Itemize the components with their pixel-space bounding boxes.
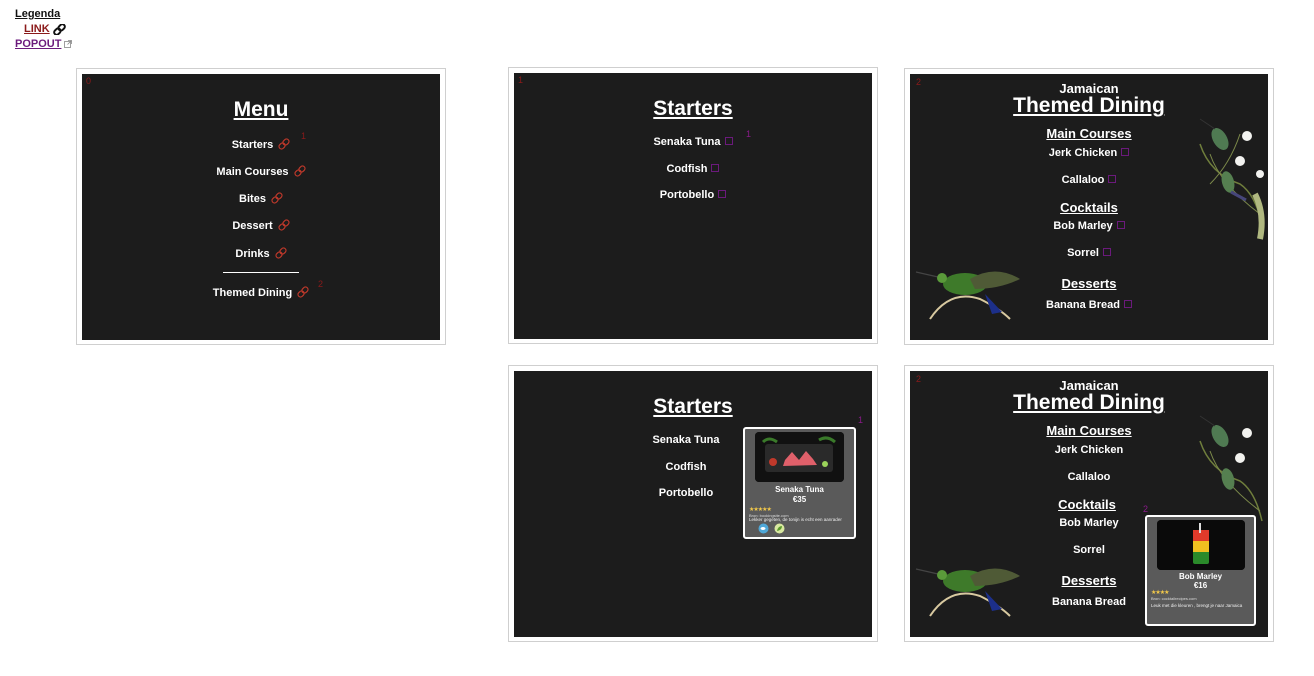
card-title: Senaka Tuna [775,485,824,494]
themed-item-callaloo[interactable]: Callaloo [910,174,1268,186]
link-number: 2 [318,279,324,289]
bob-marley-popout-card[interactable]: Bob Marley €16 ★★★★ Bron: cocktailrecipe… [1145,515,1256,626]
link-icon [52,23,66,35]
link-icon [293,165,306,180]
section-cocktails: Cocktails [1060,200,1118,215]
review-text: Lekker gegeten, de tonijn is echt een aa… [749,517,842,522]
frame-number: 1 [518,75,524,85]
popout-number: 1 [746,129,752,139]
fish-icon [758,523,769,534]
starters-screen: 1 Starters Senaka Tuna 1 Codfish Portobe… [514,73,872,339]
themed-item-callaloo[interactable]: Callaloo [910,471,1268,483]
themed-popout-screen: 2 Jamaican Themed Dining Main Courses Je… [910,371,1268,637]
popout-icon [724,137,733,145]
popout-icon [1121,148,1130,156]
menu-item-dessert[interactable]: Dessert [82,219,440,234]
legend: Legenda LINK POPOUT [15,8,73,50]
legend-title: Legenda [15,8,61,20]
review-text: Leuk met die kleuren , brengt je naar Ja… [1151,603,1243,608]
popout-number: 1 [858,415,864,425]
rating-stars: ★★★★★ [749,507,772,513]
link-number: 1 [301,131,307,141]
starter-item-senaka-tuna[interactable]: Senaka Tuna [514,136,872,148]
frame-number: 0 [86,76,92,86]
menu-title: Menu [233,98,289,121]
starters-frame: 1 Starters Senaka Tuna 1 Codfish Portobe… [508,67,878,344]
themed-popout-frame: 2 Jamaican Themed Dining Main Courses Je… [904,365,1274,642]
section-main-courses: Main Courses [1046,423,1132,438]
themed-item-banana-bread[interactable]: Banana Bread [910,299,1268,311]
tuna-dish-image [755,432,844,482]
menu-divider [223,272,299,273]
themed-item-jerk-chicken[interactable]: Jerk Chicken [910,147,1268,159]
section-desserts: Desserts [1061,276,1117,291]
themed-title: Themed Dining [1013,391,1165,414]
link-icon [278,219,290,234]
themed-item-jerk-chicken[interactable]: Jerk Chicken [910,444,1268,456]
popout-icon [1108,175,1117,183]
starters-popout-screen: Starters Senaka Tuna Codfish Portobello … [514,371,872,637]
popout-icon [1102,248,1111,256]
themed-title: Themed Dining [1013,94,1165,117]
menu-item-main-courses[interactable]: Main Courses [82,165,440,180]
leaf-icon [774,523,785,534]
rating-stars: ★★★★ [1151,590,1169,596]
starter-item-portobello[interactable]: Portobello [514,189,872,201]
starter-item-codfish[interactable]: Codfish [514,163,872,175]
card-price: €35 [792,495,807,504]
starters-title: Starters [653,97,733,120]
link-icon [278,138,290,153]
popout-icon [711,164,720,172]
popout-number: 2 [1143,504,1149,514]
themed-item-sorrel[interactable]: Sorrel [910,247,1268,259]
menu-item-drinks[interactable]: Drinks [82,247,440,262]
menu-item-bites[interactable]: Bites [82,192,440,207]
themed-frame: 2 Jamaican Themed Dining Main Courses Je… [904,68,1274,345]
external-link-icon [64,40,73,48]
rating-source: Bron: cocktailrecipes.com [1151,596,1197,601]
starters-title: Starters [653,395,733,418]
card-title: Bob Marley [1178,572,1223,581]
menu-frame: 0 Menu Starters 1 Main Courses Bites Des… [76,68,446,345]
starters-popout-frame: Starters Senaka Tuna Codfish Portobello … [508,365,878,642]
link-icon [275,247,287,262]
popout-icon [1123,300,1132,308]
section-main-courses: Main Courses [1046,126,1132,141]
cocktail-image [1157,520,1245,570]
legend-link-label[interactable]: LINK [24,23,50,35]
menu-item-starters[interactable]: Starters [82,138,440,153]
menu-item-themed-dining[interactable]: Themed Dining [82,286,440,301]
themed-item-bob-marley[interactable]: Bob Marley [910,220,1268,232]
section-cocktails: Cocktails [1058,497,1116,512]
tuna-popout-card[interactable]: Senaka Tuna €35 ★★★★★ Bron: bookingsite.… [743,427,856,539]
menu-screen: 0 Menu Starters 1 Main Courses Bites Des… [82,74,440,340]
link-icon [271,192,283,207]
popout-icon [718,190,727,198]
popout-icon [1116,221,1125,229]
themed-screen: 2 Jamaican Themed Dining Main Courses Je… [910,74,1268,340]
legend-popout-label[interactable]: POPOUT [15,38,61,50]
link-icon [297,286,309,301]
